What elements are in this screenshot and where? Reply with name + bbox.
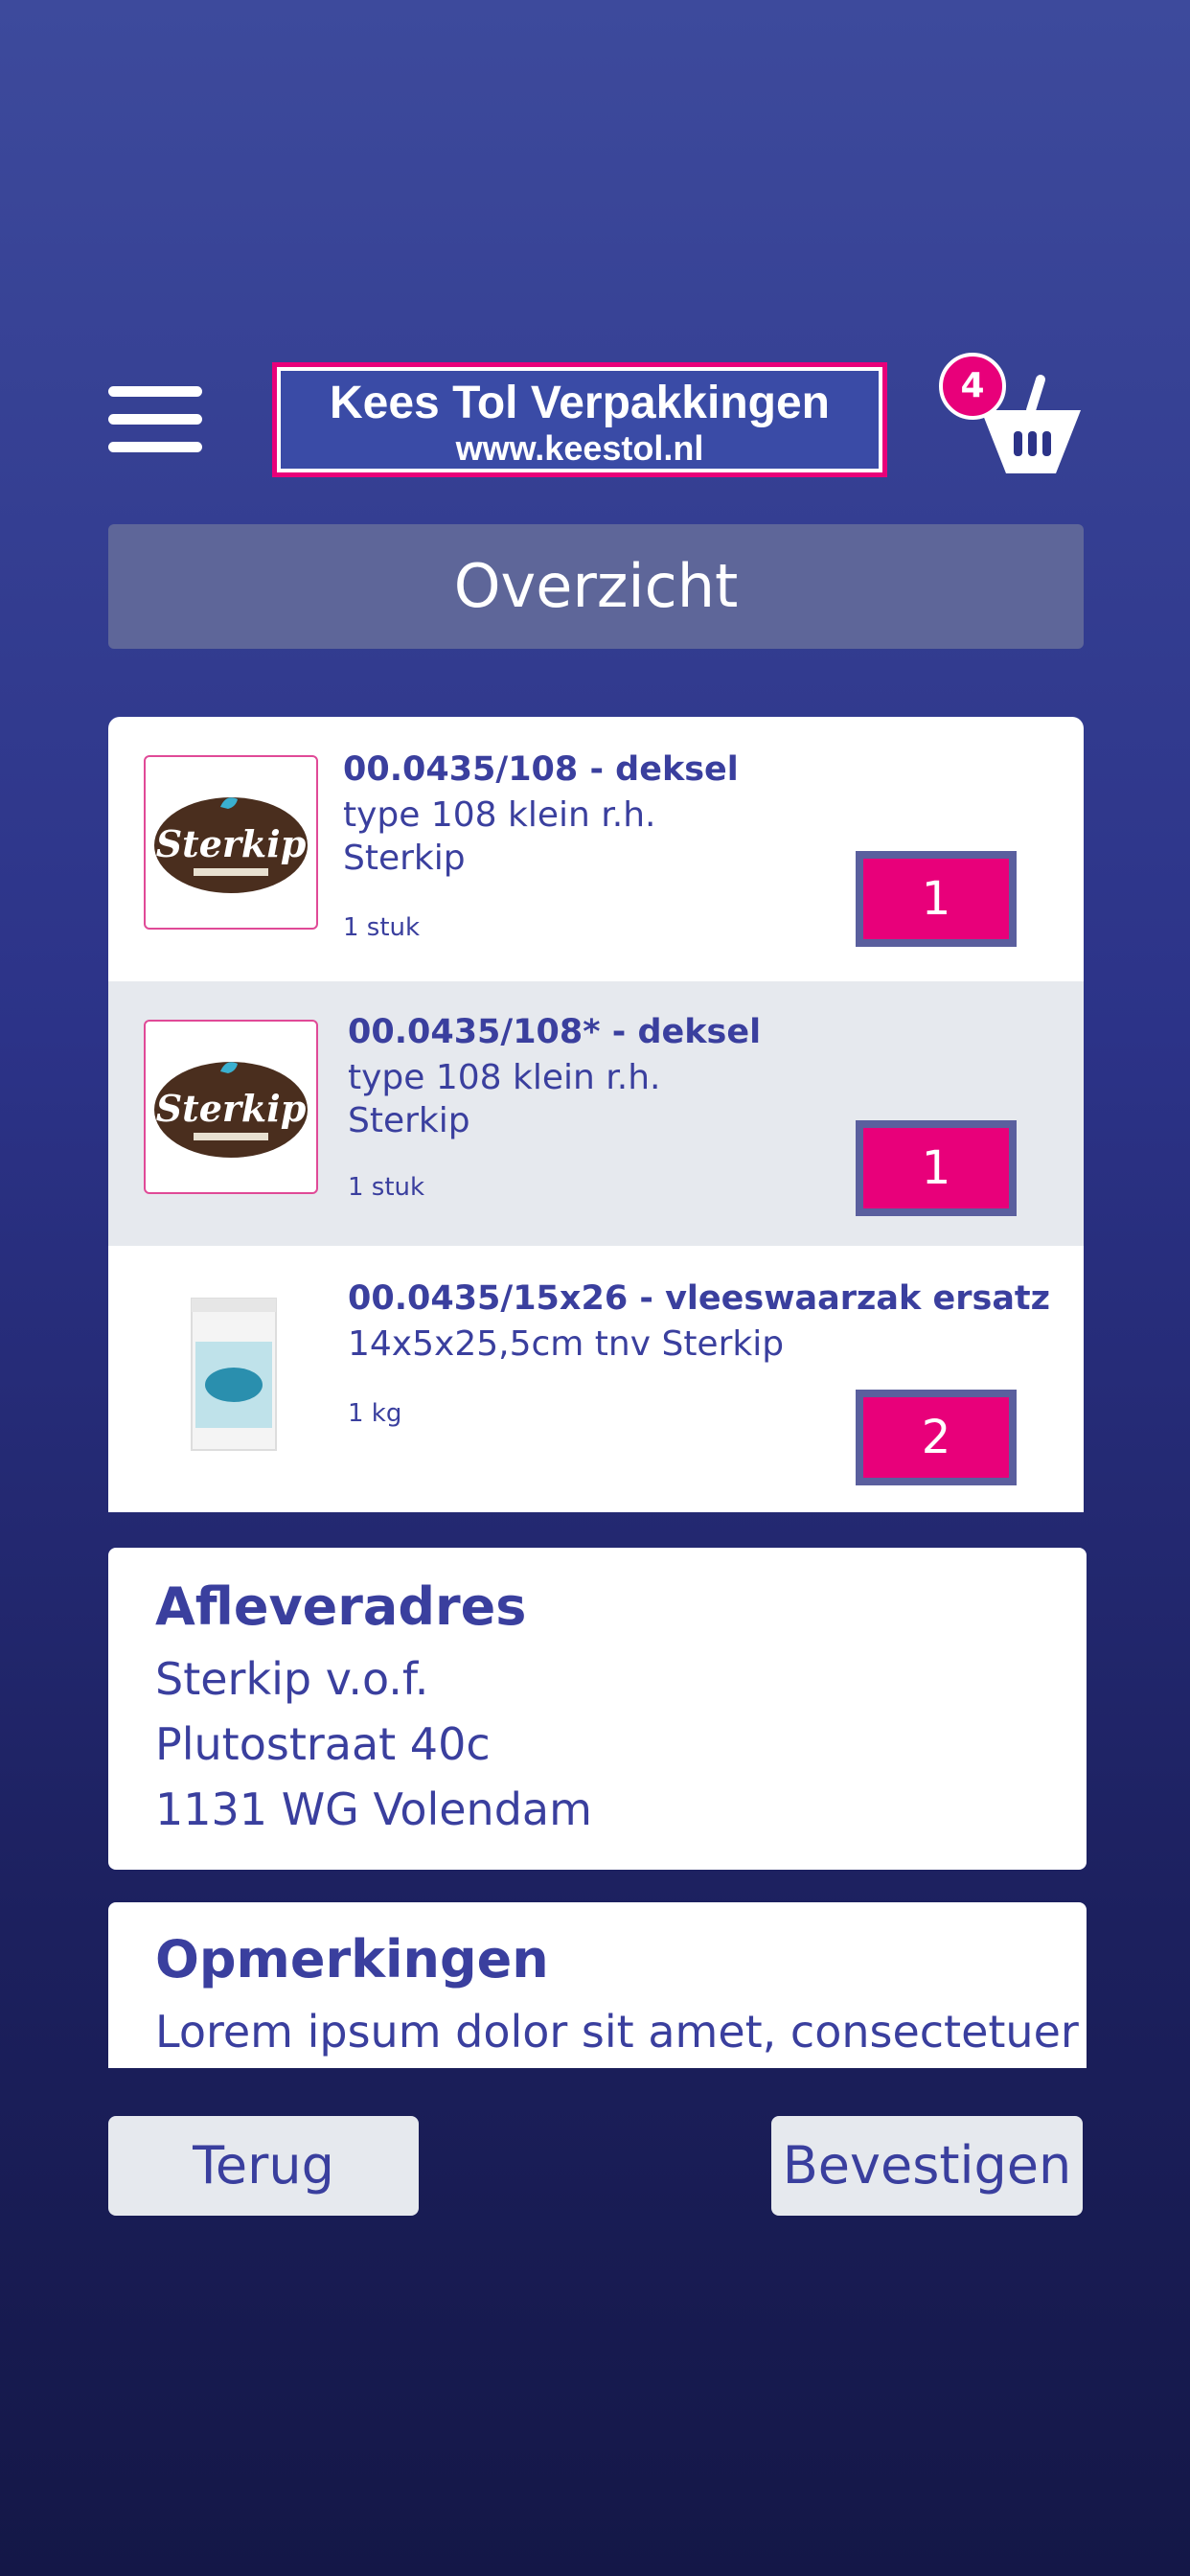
item-unit: 1 stuk: [348, 1173, 425, 1202]
address-name: Sterkip v.o.f.: [155, 1653, 429, 1705]
order-item[interactable]: Sterkip 00.0435/108* - deksel type 108 k…: [108, 981, 1084, 1246]
confirm-button[interactable]: Bevestigen: [771, 2116, 1083, 2216]
remarks-title: Opmerkingen: [155, 1929, 549, 1990]
menu-button[interactable]: [108, 386, 202, 453]
item-code: 00.0435/15x26 - vleeswaarzak ersatz: [348, 1279, 1051, 1318]
order-item[interactable]: Sterkip 00.0435/108 - deksel type 108 kl…: [108, 717, 1084, 981]
brand-logo: Kees Tol Verpakkingen www.keestol.nl: [272, 362, 887, 477]
delivery-address-card: Afleveradres Sterkip v.o.f. Plutostraat …: [108, 1548, 1087, 1870]
item-brand: Sterkip: [343, 839, 466, 878]
product-image: Sterkip: [144, 755, 318, 930]
cart-count-badge: 4: [939, 353, 1006, 420]
item-description: type 108 klein r.h.: [343, 795, 656, 835]
product-image: [144, 1284, 318, 1459]
sterkip-logo-text: Sterkip: [156, 1087, 307, 1130]
remarks-text[interactable]: Lorem ipsum dolor sit amet, consectetuer: [155, 2006, 1079, 2058]
item-description: type 108 klein r.h.: [348, 1058, 661, 1097]
quantity-field[interactable]: 2: [856, 1390, 1017, 1485]
quantity-field[interactable]: 1: [856, 851, 1017, 947]
address-title: Afleveradres: [155, 1576, 527, 1637]
sterkip-logo-text: Sterkip: [156, 822, 307, 865]
item-unit: 1 stuk: [343, 913, 421, 942]
item-unit: 1 kg: [348, 1399, 402, 1428]
product-image: Sterkip: [144, 1020, 318, 1194]
address-street: Plutostraat 40c: [155, 1718, 491, 1770]
menu-line: [108, 414, 202, 425]
item-code: 00.0435/108* - deksel: [348, 1013, 762, 1051]
back-button[interactable]: Terug: [108, 2116, 419, 2216]
quantity-field[interactable]: 1: [856, 1120, 1017, 1216]
brand-url: www.keestol.nl: [455, 428, 704, 468]
item-code: 00.0435/108 - deksel: [343, 750, 739, 789]
menu-line: [108, 442, 202, 452]
brand-name: Kees Tol Verpakkingen: [330, 378, 830, 428]
order-item[interactable]: 00.0435/15x26 - vleeswaarzak ersatz 14x5…: [108, 1246, 1084, 1510]
item-description: 14x5x25,5cm tnv Sterkip: [348, 1324, 785, 1364]
cart-button[interactable]: 4: [939, 353, 1083, 477]
remarks-card[interactable]: Opmerkingen Lorem ipsum dolor sit amet, …: [108, 1902, 1087, 2068]
page-title: Overzicht: [108, 524, 1084, 649]
menu-line: [108, 386, 202, 397]
order-item-list: Sterkip 00.0435/108 - deksel type 108 kl…: [108, 717, 1084, 1512]
address-city: 1131 WG Volendam: [155, 1783, 592, 1835]
item-brand: Sterkip: [348, 1101, 470, 1140]
